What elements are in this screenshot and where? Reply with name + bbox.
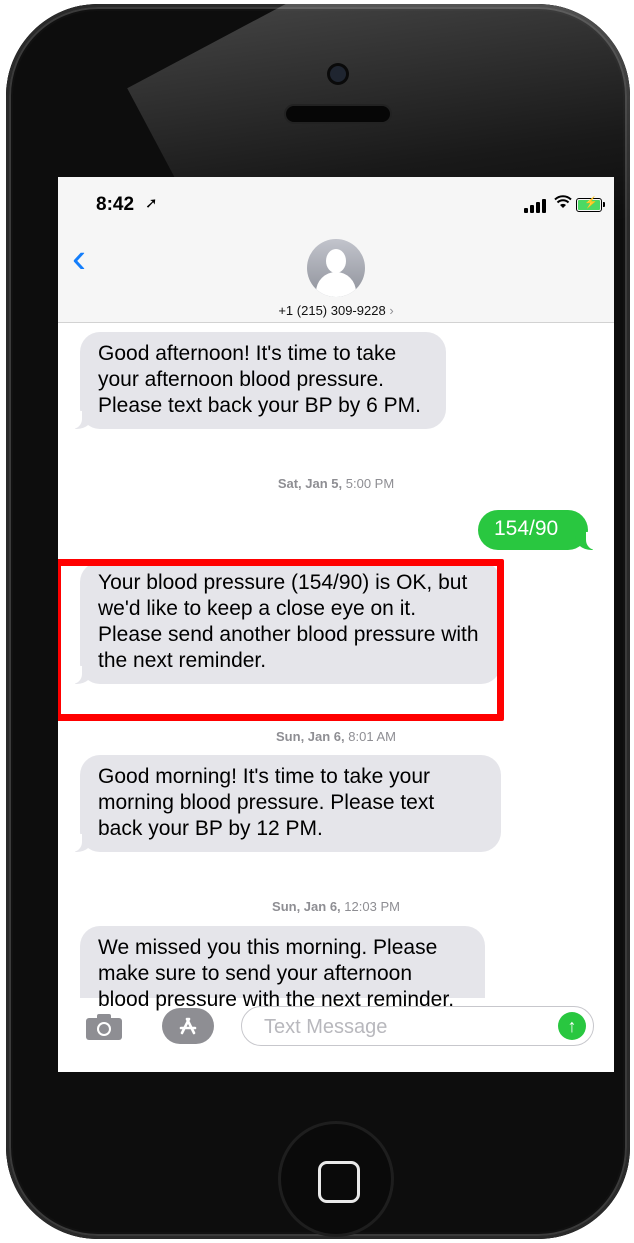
message-text: Your blood pressure (154/90) is OK, but …: [98, 571, 479, 672]
wifi-icon: [554, 195, 572, 214]
message-timestamp: Sat, Jan 5, 5:00 PM: [58, 476, 614, 491]
timestamp-time: 5:00 PM: [345, 476, 395, 491]
message-text: 154/90: [494, 517, 559, 540]
timestamp-day: Sat, Jan 5,: [277, 476, 343, 491]
message-text: We missed you this morning. Please make …: [98, 936, 455, 1011]
message-bubble-received[interactable]: Good afternoon! It's time to take your a…: [70, 332, 446, 429]
battery-charging-icon: ⚡: [576, 197, 605, 212]
contact-name[interactable]: +1 (215) 309-9228 ›: [58, 303, 614, 318]
camera-icon[interactable]: [84, 1012, 124, 1042]
phone-frame: 8:42 ➚ ⚡ ‹ +1 (215) 309-9228 › Good afte…: [6, 4, 630, 1239]
home-button[interactable]: [281, 1124, 391, 1234]
message-bubble-sent[interactable]: 154/90: [478, 510, 598, 550]
message-bubble-received[interactable]: Your blood pressure (154/90) is OK, but …: [70, 562, 501, 684]
home-button-icon: [318, 1161, 360, 1203]
contact-chevron-icon: ›: [389, 303, 394, 318]
message-input[interactable]: Text Message ↑: [241, 1006, 594, 1046]
message-timestamp: Sun, Jan 6, 8:01 AM: [58, 729, 614, 744]
location-arrow-icon: ➚: [145, 195, 158, 212]
messages-screen: 8:42 ➚ ⚡ ‹ +1 (215) 309-9228 › Good afte…: [58, 177, 614, 1072]
message-text: Good morning! It's time to take your mor…: [98, 765, 435, 840]
chevron-left-icon[interactable]: ‹: [72, 237, 86, 279]
timestamp-time: 12:03 PM: [344, 899, 400, 914]
message-timestamp: Sun, Jan 6, 12:03 PM: [58, 899, 614, 914]
message-bubble-received[interactable]: We missed you this morning. Please make …: [70, 926, 485, 1023]
message-text: Good afternoon! It's time to take your a…: [98, 342, 421, 417]
status-time: 8:42: [96, 194, 135, 215]
app-store-icon[interactable]: [162, 1008, 214, 1044]
conversation-header: ‹ +1 (215) 309-9228 ›: [58, 227, 614, 323]
status-bar: 8:42 ➚ ⚡: [58, 177, 614, 227]
timestamp-day: Sun, Jan 6,: [276, 729, 345, 744]
message-input-placeholder: Text Message: [264, 1016, 388, 1038]
timestamp-time: 8:01 AM: [348, 729, 396, 744]
message-bubble-received[interactable]: Good morning! It's time to take your mor…: [70, 755, 501, 852]
cellular-signal-icon: [524, 199, 546, 213]
arrow-up-icon[interactable]: ↑: [558, 1012, 586, 1040]
avatar-body: [316, 272, 356, 297]
timestamp-day: Sun, Jan 6,: [272, 899, 341, 914]
avatar[interactable]: [307, 239, 365, 297]
contact-number: +1 (215) 309-9228: [278, 303, 386, 318]
person-silhouette-icon: [326, 249, 346, 273]
earpiece-speaker: [286, 106, 390, 122]
front-camera-icon: [330, 66, 346, 82]
